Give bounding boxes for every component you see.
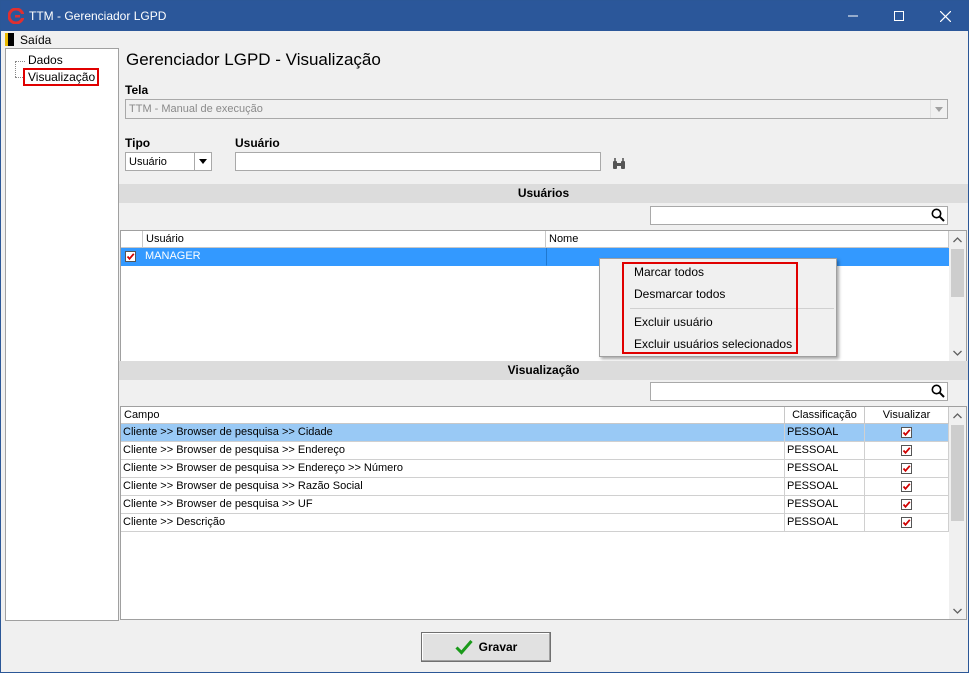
tipo-select-value: Usuário — [129, 156, 167, 168]
navigation-tree: Dados Visualização — [5, 48, 119, 621]
tipo-label: Tipo — [125, 136, 151, 150]
row-checkbox-cell[interactable] — [121, 248, 143, 266]
row-campo: Cliente >> Browser de pesquisa >> UF — [121, 496, 785, 514]
exit-door-icon — [5, 33, 14, 46]
scroll-thumb[interactable] — [951, 249, 964, 297]
view-grid-header-visualizar[interactable]: Visualizar — [865, 407, 949, 424]
checkmark-icon — [455, 640, 473, 655]
row-usuario: MANAGER — [143, 248, 546, 266]
maximize-icon — [894, 11, 904, 21]
search-icon[interactable] — [931, 384, 945, 401]
row-classificacao: PESSOAL — [785, 442, 865, 460]
tree-item-label: Dados — [28, 53, 63, 67]
users-grid-header-nome[interactable]: Nome — [546, 231, 949, 248]
tree-item-label: Visualização — [28, 70, 96, 84]
view-grid-header-classificacao[interactable]: Classificação — [785, 407, 865, 424]
row-campo: Cliente >> Browser de pesquisa >> Cidade — [121, 424, 785, 442]
row-campo: Cliente >> Browser de pesquisa >> Endere… — [121, 460, 785, 478]
visualizar-checkbox[interactable] — [901, 480, 912, 492]
scroll-down-icon[interactable] — [949, 344, 966, 361]
close-icon — [939, 10, 951, 22]
users-grid[interactable]: Usuário Nome MANAGER — [120, 230, 967, 362]
view-grid-scrollbar[interactable] — [949, 407, 966, 619]
row-campo: Cliente >> Descrição — [121, 514, 785, 532]
save-button-label: Gravar — [478, 640, 518, 654]
visualizar-checkbox[interactable] — [901, 498, 912, 510]
tree-item-visualizacao[interactable]: Visualização — [23, 68, 99, 86]
tree-item-dados[interactable]: Dados — [6, 52, 116, 68]
menu-exit[interactable]: Saída — [5, 31, 51, 48]
table-row[interactable]: Cliente >> Browser de pesquisa >> Endere… — [121, 460, 949, 478]
minimize-button[interactable] — [830, 1, 876, 31]
view-grid[interactable]: Campo Classificação Visualizar Cliente >… — [120, 406, 967, 620]
scroll-up-icon[interactable] — [949, 231, 966, 248]
minimize-icon — [848, 15, 858, 17]
row-visualizar-cell[interactable] — [865, 442, 949, 460]
row-campo: Cliente >> Browser de pesquisa >> Razão … — [121, 478, 785, 496]
tela-label: Tela — [125, 83, 149, 97]
chevron-down-icon — [930, 100, 947, 118]
search-icon[interactable] — [931, 208, 945, 225]
row-classificacao: PESSOAL — [785, 460, 865, 478]
table-row[interactable]: Cliente >> Browser de pesquisa >> Cidade… — [121, 424, 949, 442]
window-title: TTM - Gerenciador LGPD — [29, 9, 167, 23]
row-classificacao: PESSOAL — [785, 496, 865, 514]
users-grid-header-usuario[interactable]: Usuário — [143, 231, 546, 248]
close-button[interactable] — [922, 1, 968, 31]
table-row[interactable]: Cliente >> Descrição PESSOAL — [121, 514, 949, 532]
checkmark-icon — [902, 428, 911, 436]
view-grid-header-campo[interactable]: Campo — [121, 407, 785, 424]
users-section-header: Usuários — [119, 184, 968, 203]
scroll-thumb[interactable] — [951, 425, 964, 521]
app-logo-icon — [7, 7, 25, 25]
menu-bar: Saída — [1, 31, 968, 48]
row-visualizar-cell[interactable] — [865, 514, 949, 532]
row-visualizar-cell[interactable] — [865, 478, 949, 496]
checkmark-icon — [902, 500, 911, 508]
checkmark-icon — [902, 464, 911, 472]
binoculars-icon — [613, 158, 625, 169]
row-visualizar-cell[interactable] — [865, 496, 949, 514]
users-grid-header-check[interactable] — [121, 231, 143, 248]
visualizar-checkbox[interactable] — [901, 462, 912, 474]
row-visualizar-cell[interactable] — [865, 460, 949, 478]
menu-exit-label: Saída — [20, 32, 52, 47]
title-bar: TTM - Gerenciador LGPD — [1, 1, 968, 31]
usuario-label: Usuário — [235, 136, 280, 150]
row-campo: Cliente >> Browser de pesquisa >> Endere… — [121, 442, 785, 460]
checkmark-icon — [902, 482, 911, 490]
table-row[interactable]: Cliente >> Browser de pesquisa >> UF PESS… — [121, 496, 949, 514]
maximize-button[interactable] — [876, 1, 922, 31]
checkmark-icon — [126, 252, 135, 260]
users-grid-scrollbar[interactable] — [949, 231, 966, 361]
tipo-select[interactable]: Usuário — [125, 152, 212, 171]
tela-select[interactable]: TTM - Manual de execução — [125, 99, 948, 119]
table-row[interactable]: Cliente >> Browser de pesquisa >> Razão … — [121, 478, 949, 496]
row-classificacao: PESSOAL — [785, 514, 865, 532]
visualizar-checkbox[interactable] — [901, 426, 912, 438]
row-checkbox[interactable] — [125, 250, 136, 262]
row-classificacao: PESSOAL — [785, 424, 865, 442]
row-classificacao: PESSOAL — [785, 478, 865, 496]
visualizar-checkbox[interactable] — [901, 516, 912, 528]
table-row[interactable]: Cliente >> Browser de pesquisa >> Endere… — [121, 442, 949, 460]
checkmark-icon — [902, 518, 911, 526]
row-visualizar-cell[interactable] — [865, 424, 949, 442]
scroll-up-icon[interactable] — [949, 407, 966, 424]
chevron-down-icon — [194, 153, 211, 170]
page-title: Gerenciador LGPD - Visualização — [126, 50, 381, 69]
app-window: TTM - Gerenciador LGPD Saída Dados Visua… — [0, 0, 969, 673]
tela-select-value: TTM - Manual de execução — [129, 103, 263, 115]
save-button[interactable]: Gravar — [421, 632, 551, 662]
usuario-input[interactable] — [235, 152, 601, 171]
checkmark-icon — [902, 446, 911, 454]
view-section-header: Visualização — [119, 361, 968, 380]
scroll-down-icon[interactable] — [949, 602, 966, 619]
visualizar-checkbox[interactable] — [901, 444, 912, 456]
binoculars-button[interactable] — [610, 155, 628, 173]
users-search-input[interactable] — [650, 206, 948, 225]
view-search-input[interactable] — [650, 382, 948, 401]
context-menu-highlight — [622, 262, 798, 354]
